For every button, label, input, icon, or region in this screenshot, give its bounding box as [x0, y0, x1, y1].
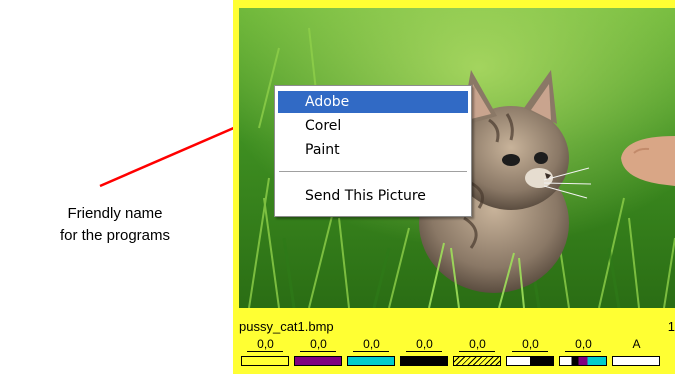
channel-indicator[interactable]: 0,0: [451, 337, 504, 371]
channel-value: 0,0: [310, 337, 327, 351]
channel-indicator[interactable]: 0,0: [345, 337, 398, 371]
channel-underline: [512, 351, 548, 352]
channel-value: 0,0: [575, 337, 592, 351]
channel-underline: [565, 351, 601, 352]
channel-indicator[interactable]: 0,0: [398, 337, 451, 371]
menu-item-send-picture[interactable]: Send This Picture: [278, 185, 468, 207]
color-swatch: [612, 356, 660, 366]
channel-indicator[interactable]: 0,0: [292, 337, 345, 371]
channel-value: 0,0: [416, 337, 433, 351]
image-counter: 1: [667, 319, 675, 334]
channel-indicator[interactable]: 0,0: [239, 337, 292, 371]
channel-indicator[interactable]: 0,0: [557, 337, 610, 371]
color-swatch: [241, 356, 289, 366]
hatched-swatch: [453, 356, 501, 366]
channel-value: A: [632, 337, 641, 351]
file-name: pussy_cat1.bmp: [239, 319, 334, 334]
menu-item-paint[interactable]: Paint: [278, 139, 468, 161]
color-swatch: [400, 356, 448, 366]
color-swatch: [347, 356, 395, 366]
menu-separator: [279, 171, 467, 172]
annotation-line-1: Friendly name: [67, 205, 163, 222]
mixed-swatch: [559, 356, 607, 366]
channel-underline: [247, 351, 283, 352]
channel-indicator[interactable]: 0,0: [504, 337, 557, 371]
channel-underline: [300, 351, 336, 352]
context-menu: Adobe Corel Paint Send This Picture: [274, 85, 472, 217]
white-black-swatch: [506, 356, 554, 366]
menu-item-adobe[interactable]: Adobe: [278, 91, 468, 113]
annotation-caption: Friendly name for the programs: [0, 203, 230, 247]
color-swatch: [294, 356, 342, 366]
channel-underline: [353, 351, 389, 352]
channel-value: 0,0: [363, 337, 380, 351]
channel-value: 0,0: [469, 337, 486, 351]
channel-value: 0,0: [522, 337, 539, 351]
channel-indicator[interactable]: A: [610, 337, 663, 371]
channel-value: 0,0: [257, 337, 274, 351]
annotation-line-2: for the programs: [59, 227, 171, 244]
channel-underline: [406, 351, 442, 352]
channel-underline: [459, 351, 495, 352]
menu-item-corel[interactable]: Corel: [278, 115, 468, 137]
